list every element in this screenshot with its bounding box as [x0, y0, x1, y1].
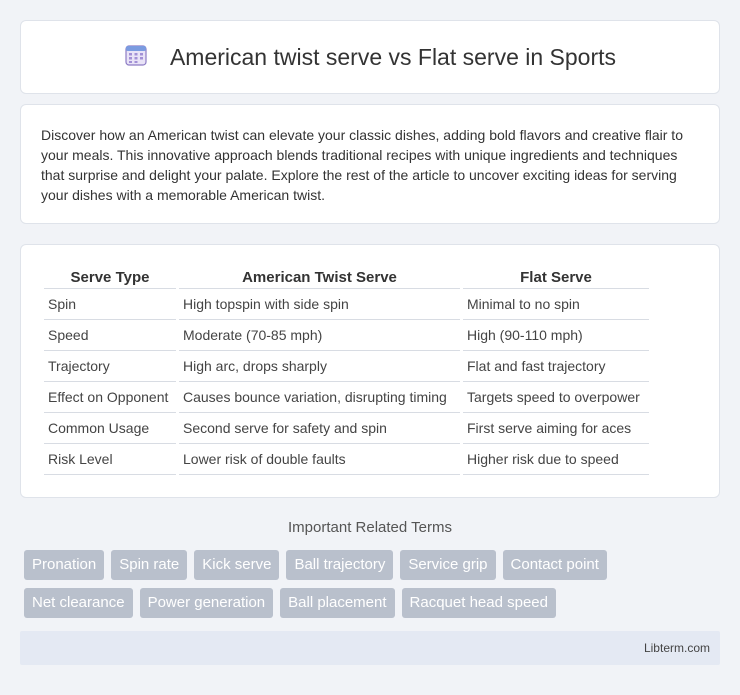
table-cell: Common Usage: [44, 413, 176, 444]
tag-contact-point[interactable]: Contact point: [502, 550, 607, 580]
tag-net-clearance[interactable]: Net clearance: [24, 588, 133, 618]
footer: Libterm.com: [20, 631, 720, 665]
table-cell: Spin: [44, 289, 176, 320]
table-cell: High topspin with side spin: [179, 289, 460, 320]
column-header: Serve Type: [44, 265, 176, 289]
tag-row: Pronation Spin rate Kick serve Ball traj…: [24, 550, 724, 580]
table-cell: Risk Level: [44, 444, 176, 475]
table-row: Speed Moderate (70-85 mph) High (90-110 …: [44, 320, 649, 351]
table-row: Spin High topspin with side spin Minimal…: [44, 289, 649, 320]
table-cell: Higher risk due to speed: [463, 444, 649, 475]
table-row: Trajectory High arc, drops sharply Flat …: [44, 351, 649, 382]
tag-pronation[interactable]: Pronation: [24, 550, 105, 580]
table-cell: Second serve for safety and spin: [179, 413, 460, 444]
table-row: Effect on Opponent Causes bounce variati…: [44, 382, 649, 413]
table-cell: Causes bounce variation, disrupting timi…: [179, 382, 460, 413]
tag-ball-placement[interactable]: Ball placement: [280, 588, 395, 618]
related-terms-title: Important Related Terms: [288, 519, 452, 536]
table-cell: Moderate (70-85 mph): [179, 320, 460, 351]
calendar-grid-icon: [124, 43, 148, 72]
column-header: American Twist Serve: [179, 265, 460, 289]
table-cell: Lower risk of double faults: [179, 444, 460, 475]
page-title: American twist serve vs Flat serve in Sp…: [169, 43, 617, 70]
table-cell: Targets speed to overpower: [463, 382, 649, 413]
table-cell: Effect on Opponent: [44, 382, 176, 413]
table-row: Risk Level Lower risk of double faults H…: [44, 444, 649, 475]
tag-kick-serve[interactable]: Kick serve: [194, 550, 280, 580]
table-cell: Minimal to no spin: [463, 289, 649, 320]
table-cell: High (90-110 mph): [463, 320, 649, 351]
related-terms-tags: Pronation Spin rate Kick serve Ball traj…: [24, 550, 724, 626]
footer-site-link[interactable]: Libterm.com: [644, 641, 710, 655]
intro-card: Discover how an American twist can eleva…: [20, 104, 720, 224]
tag-power-generation[interactable]: Power generation: [139, 588, 274, 618]
table-row: Common Usage Second serve for safety and…: [44, 413, 649, 444]
column-header: Flat Serve: [463, 265, 649, 289]
tag-row: Net clearance Power generation Ball plac…: [24, 588, 724, 618]
table-cell: First serve aiming for aces: [463, 413, 649, 444]
table-cell: Trajectory: [44, 351, 176, 382]
tag-service-grip[interactable]: Service grip: [400, 550, 496, 580]
tag-racquet-head-speed[interactable]: Racquet head speed: [401, 588, 556, 618]
table-header-row: Serve Type American Twist Serve Flat Ser…: [44, 265, 649, 289]
comparison-table-card: Serve Type American Twist Serve Flat Ser…: [20, 244, 720, 498]
tag-spin-rate[interactable]: Spin rate: [111, 550, 188, 580]
table-cell: Speed: [44, 320, 176, 351]
comparison-table: Serve Type American Twist Serve Flat Ser…: [41, 265, 652, 475]
table-cell: High arc, drops sharply: [179, 351, 460, 382]
header-card: American twist serve vs Flat serve in Sp…: [20, 20, 720, 94]
tag-ball-trajectory[interactable]: Ball trajectory: [286, 550, 394, 580]
intro-paragraph: Discover how an American twist can eleva…: [41, 127, 683, 203]
table-cell: Flat and fast trajectory: [463, 351, 649, 382]
